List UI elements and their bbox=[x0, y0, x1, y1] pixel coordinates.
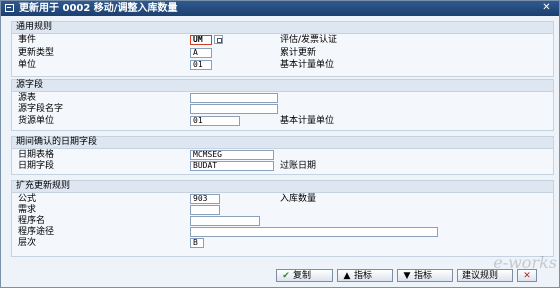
requirement-field[interactable] bbox=[190, 205, 220, 215]
cancel-icon: ✕ bbox=[523, 271, 531, 281]
previous-indicator-label: 指标 bbox=[354, 271, 373, 281]
group-extended-update-rules: 扩充更新规则 公式 903 入库数量 需求 程序名 程序途径 层次 B bbox=[11, 180, 554, 257]
currency-unit-label: 货源单位 bbox=[18, 116, 55, 126]
group-general-rules: 通用规则 事件 UM 评估/发票认证 更新类型 A 累计更新 单位 01 基本计… bbox=[11, 21, 554, 77]
source-field-name-field[interactable] bbox=[190, 104, 278, 114]
program-path-label: 程序途径 bbox=[18, 227, 55, 237]
event-label: 事件 bbox=[18, 35, 37, 45]
triangle-down-icon: ▼ bbox=[403, 271, 411, 281]
group-header: 期间确认的日期字段 bbox=[12, 137, 553, 149]
formula-label: 公式 bbox=[18, 194, 37, 204]
event-field[interactable]: UM bbox=[190, 35, 212, 45]
group-header: 通用规则 bbox=[12, 22, 553, 34]
group-source-fields: 源字段 源表 源字段名字 货源单位 01 基本计量单位 bbox=[11, 79, 554, 131]
requirement-label: 需求 bbox=[18, 205, 37, 215]
group-period-date-fields: 期间确认的日期字段 日期表格 MCMSEG 日期字段 BUDAT 过账日期 bbox=[11, 136, 554, 175]
program-name-label: 程序名 bbox=[18, 216, 46, 226]
propose-rule-label: 建议规则 bbox=[462, 271, 499, 281]
level-label: 层次 bbox=[18, 238, 37, 248]
program-path-field[interactable] bbox=[190, 227, 438, 237]
unit-description: 基本计量单位 bbox=[280, 60, 335, 70]
previous-indicator-button[interactable]: ▲ 指标 bbox=[337, 269, 393, 282]
source-table-label: 源表 bbox=[18, 93, 37, 103]
date-table-label: 日期表格 bbox=[18, 150, 55, 160]
title-bar: 更新用于 0002 移动/调整入库数量 ✕ bbox=[1, 1, 559, 16]
group-header: 扩充更新规则 bbox=[12, 181, 553, 193]
button-toolbar: ✔ 复制 ▲ 指标 ▼ 指标 建议规则 ✕ bbox=[1, 265, 559, 287]
group-header: 源字段 bbox=[12, 80, 553, 92]
update-type-field[interactable]: A bbox=[190, 48, 212, 58]
currency-unit-description: 基本计量单位 bbox=[280, 116, 335, 126]
checkmark-icon: ✔ bbox=[282, 271, 290, 281]
update-type-description: 累计更新 bbox=[280, 48, 317, 58]
next-indicator-button[interactable]: ▼ 指标 bbox=[397, 269, 453, 282]
window-icon bbox=[5, 4, 14, 12]
copy-button-label: 复制 bbox=[293, 271, 312, 281]
close-icon[interactable]: ✕ bbox=[540, 2, 553, 14]
unit-field[interactable]: 01 bbox=[190, 60, 212, 70]
formula-description: 入库数量 bbox=[280, 194, 317, 204]
date-field-field[interactable]: BUDAT bbox=[190, 161, 274, 171]
window-title: 更新用于 0002 移动/调整入库数量 bbox=[19, 3, 178, 14]
program-name-field[interactable] bbox=[190, 216, 260, 226]
date-field-label: 日期字段 bbox=[18, 161, 55, 171]
level-field[interactable]: B bbox=[190, 238, 204, 248]
triangle-up-icon: ▲ bbox=[343, 271, 351, 281]
update-type-label: 更新类型 bbox=[18, 48, 55, 58]
date-field-description: 过账日期 bbox=[280, 161, 317, 171]
watermark-logo: e-works bbox=[493, 253, 557, 272]
event-description: 评估/发票认证 bbox=[280, 35, 338, 45]
formula-field[interactable]: 903 bbox=[190, 194, 220, 204]
source-table-field[interactable] bbox=[190, 93, 278, 103]
copy-button[interactable]: ✔ 复制 bbox=[276, 269, 333, 282]
source-field-name-label: 源字段名字 bbox=[18, 104, 64, 114]
unit-label: 单位 bbox=[18, 60, 37, 70]
dialog-window: 更新用于 0002 移动/调整入库数量 ✕ 通用规则 事件 UM 评估/发票认证… bbox=[0, 0, 560, 288]
value-help-icon[interactable] bbox=[214, 35, 223, 44]
next-indicator-label: 指标 bbox=[414, 271, 433, 281]
currency-unit-field[interactable]: 01 bbox=[190, 116, 240, 126]
date-table-field[interactable]: MCMSEG bbox=[190, 150, 274, 160]
